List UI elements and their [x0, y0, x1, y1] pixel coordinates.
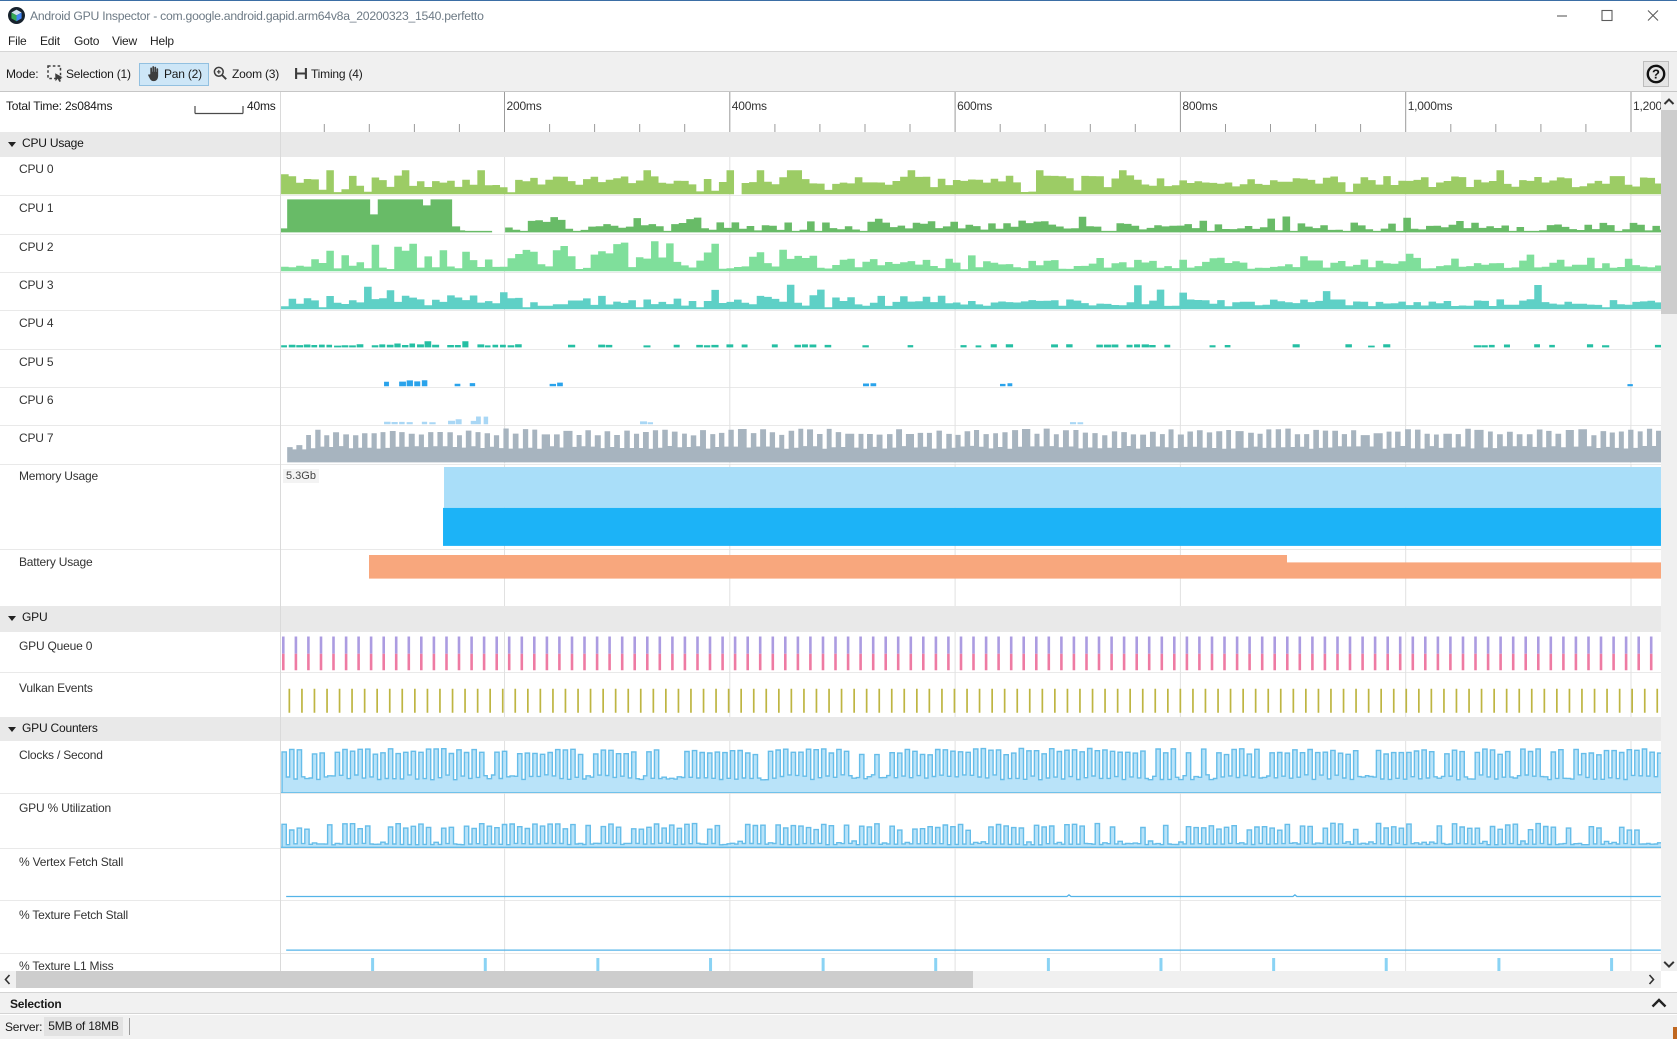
svg-text:?: ? — [1652, 67, 1660, 82]
